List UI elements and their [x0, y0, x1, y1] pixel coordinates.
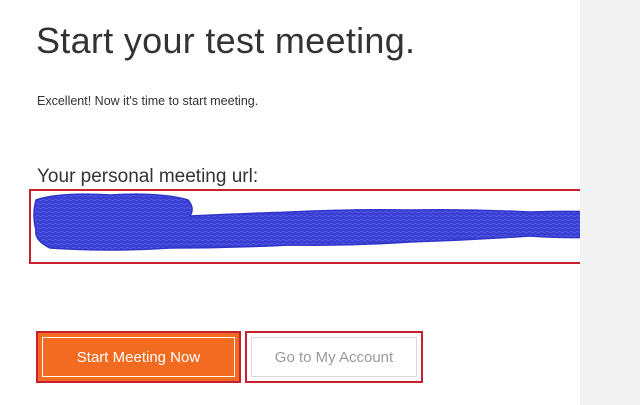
page-subtitle: Excellent! Now it's time to start meetin…	[37, 94, 259, 108]
start-meeting-now-label: Start Meeting Now	[42, 337, 235, 377]
meeting-url-highlight-box[interactable]	[29, 189, 635, 264]
page-title: Start your test meeting.	[36, 20, 416, 61]
main-panel: Start your test meeting. Excellent! Now …	[0, 0, 635, 405]
meeting-url-label: Your personal meeting url:	[37, 166, 259, 187]
go-to-my-account-label: Go to My Account	[251, 337, 417, 377]
side-panel	[580, 0, 640, 405]
start-meeting-now-button[interactable]: Start Meeting Now	[36, 331, 241, 383]
go-to-my-account-button[interactable]: Go to My Account	[245, 331, 423, 383]
